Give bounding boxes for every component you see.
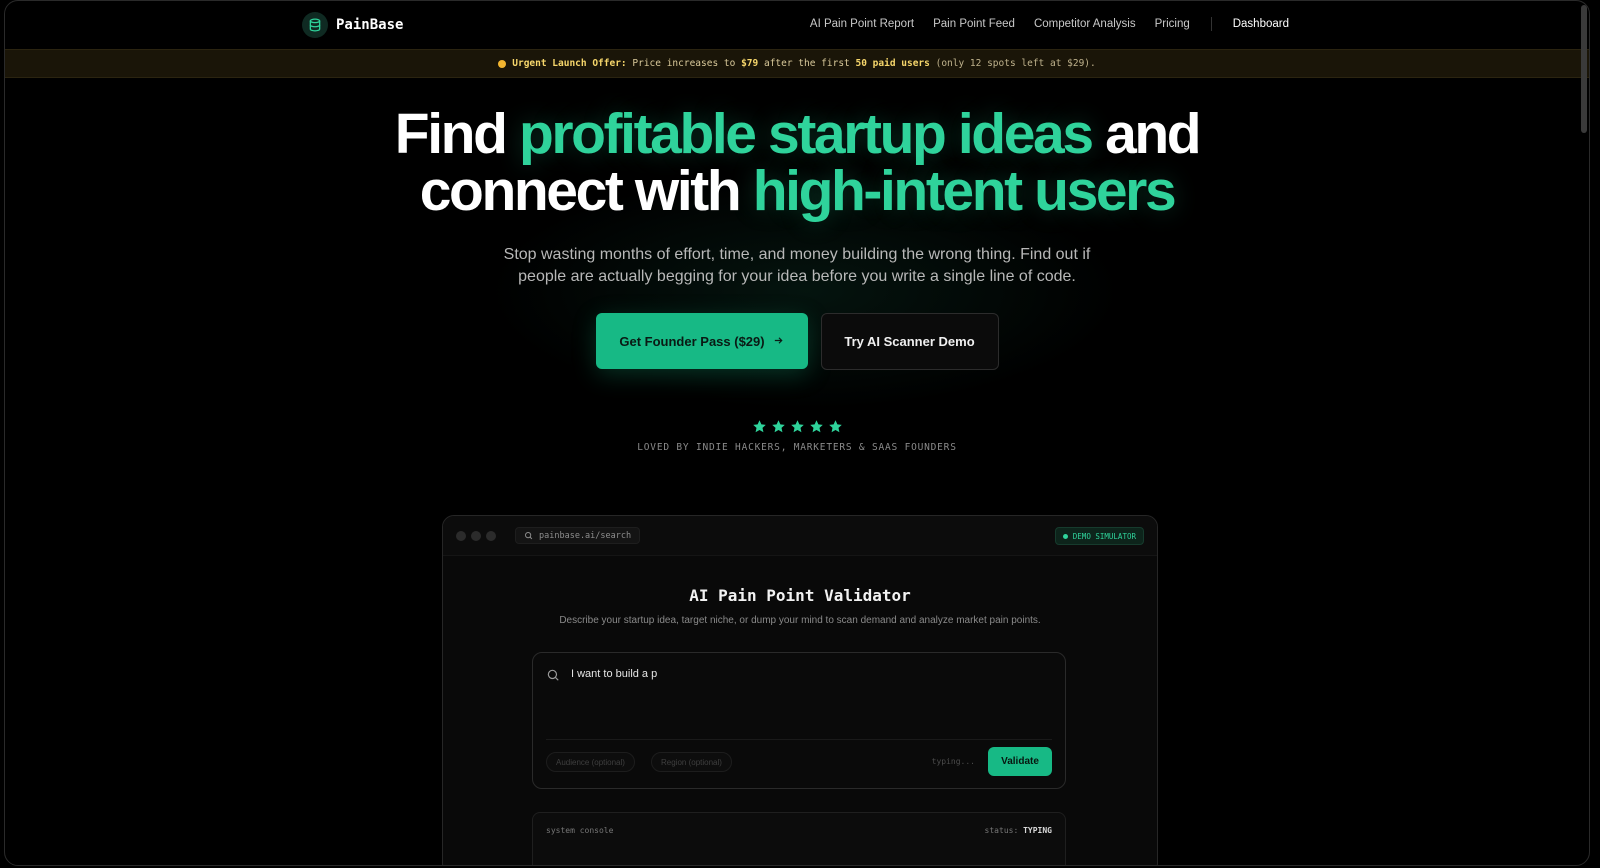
demo-url-text: painbase.ai/search <box>539 530 632 541</box>
hero-subtitle: Stop wasting months of effort, time, and… <box>5 244 1589 288</box>
demo-title: AI Pain Point Validator <box>689 586 911 605</box>
rating-stars <box>5 419 1589 434</box>
nav-link-competitor-analysis[interactable]: Competitor Analysis <box>1034 18 1136 30</box>
console-label: system console <box>546 826 614 835</box>
arrow-right-icon <box>773 334 784 349</box>
star-icon <box>790 420 804 433</box>
console-status-label: status: <box>984 826 1019 835</box>
demo-badge-label: DEMO SIMULATOR <box>1072 531 1136 541</box>
banner-limit: 50 paid users <box>855 58 930 69</box>
headline-highlight-2: high-intent users <box>752 159 1177 223</box>
hero-subtitle-line-2: people are actually begging for your ide… <box>518 268 1076 285</box>
window-dot <box>471 530 481 541</box>
headline-word: Find <box>394 102 508 166</box>
banner-text-2: after the first <box>763 58 850 69</box>
headline-line-2: connect with high-intent users <box>5 163 1589 220</box>
banner-tail: (only 12 spots left at $29). <box>935 58 1096 69</box>
system-console: system console status: TYPING <box>532 812 1066 865</box>
hero-headline: Find profitable startup ideas and connec… <box>5 106 1589 220</box>
nav-links: AI Pain Point Report Pain Point Feed Com… <box>810 17 1289 31</box>
get-founder-pass-button[interactable]: Get Founder Pass ($29) <box>595 313 808 369</box>
input-divider <box>546 739 1052 740</box>
audience-input[interactable]: Audience (optional) <box>546 752 635 772</box>
window-dot <box>456 530 466 541</box>
demo-window-bar: painbase.ai/search DEMO SIMULATOR <box>443 516 1157 556</box>
validate-button[interactable]: Validate <box>988 747 1052 776</box>
search-icon <box>525 532 533 540</box>
get-founder-pass-label: Get Founder Pass ($29) <box>619 333 765 349</box>
star-icon <box>828 420 842 433</box>
star-icon <box>771 420 785 433</box>
console-status: status: TYPING <box>985 826 1052 835</box>
top-nav: PainBase AI Pain Point Report Pain Point… <box>5 1 1589 49</box>
social-proof-text: LOVED BY INDIE HACKERS, MARKETERS & SAAS… <box>637 442 957 453</box>
status-dot-icon <box>1062 533 1068 539</box>
browser-frame: PainBase AI Pain Point Report Pain Point… <box>4 0 1590 866</box>
try-ai-scanner-demo-label: Try AI Scanner Demo <box>844 334 975 349</box>
brand[interactable]: PainBase <box>302 12 403 38</box>
console-status-value: TYPING <box>1023 826 1052 835</box>
scrollbar[interactable] <box>1579 1 1589 865</box>
nav-link-ai-pain-point-report[interactable]: AI Pain Point Report <box>810 18 914 30</box>
demo-url-bar: painbase.ai/search <box>515 527 641 544</box>
search-icon <box>546 668 560 687</box>
hero: Find profitable startup ideas and connec… <box>5 106 1589 288</box>
nav-link-dashboard[interactable]: Dashboard <box>1233 18 1289 30</box>
launch-offer-banner: Urgent Launch Offer: Price increases to … <box>5 49 1589 78</box>
hero-cta-group: Get Founder Pass ($29) Try AI Scanner De… <box>5 313 1589 370</box>
headline-word: and <box>1105 102 1202 166</box>
star-icon <box>809 420 823 433</box>
star-icon <box>752 420 766 433</box>
idea-input[interactable]: I want to build a p <box>571 668 657 680</box>
demo-description: Describe your startup idea, target niche… <box>559 615 1041 626</box>
typing-indicator: typing... <box>931 757 975 766</box>
hero-subtitle-line-1: Stop wasting months of effort, time, and… <box>503 246 1091 263</box>
demo-window: painbase.ai/search DEMO SIMULATOR AI Pai… <box>442 515 1158 865</box>
region-input[interactable]: Region (optional) <box>651 752 732 772</box>
try-ai-scanner-demo-button[interactable]: Try AI Scanner Demo <box>820 313 999 370</box>
demo-simulator-badge: DEMO SIMULATOR <box>1054 527 1144 545</box>
window-dot <box>486 530 496 541</box>
alert-dot-icon <box>498 59 507 68</box>
scrollbar-thumb[interactable] <box>1581 5 1587 133</box>
headline-line-1: Find profitable startup ideas and <box>5 106 1589 163</box>
nav-divider <box>1210 17 1212 31</box>
banner-price: $79 <box>741 58 759 69</box>
brand-name: PainBase <box>336 17 404 33</box>
banner-text-1: Price increases to <box>632 58 736 69</box>
nav-link-pricing[interactable]: Pricing <box>1155 18 1190 30</box>
database-icon <box>302 12 328 38</box>
banner-label: Urgent Launch Offer: <box>512 58 627 69</box>
headline-word: connect with <box>419 159 742 223</box>
idea-input-card: I want to build a p Audience (optional) … <box>532 652 1066 789</box>
headline-highlight-1: profitable startup ideas <box>518 102 1094 166</box>
nav-link-pain-point-feed[interactable]: Pain Point Feed <box>933 18 1015 30</box>
